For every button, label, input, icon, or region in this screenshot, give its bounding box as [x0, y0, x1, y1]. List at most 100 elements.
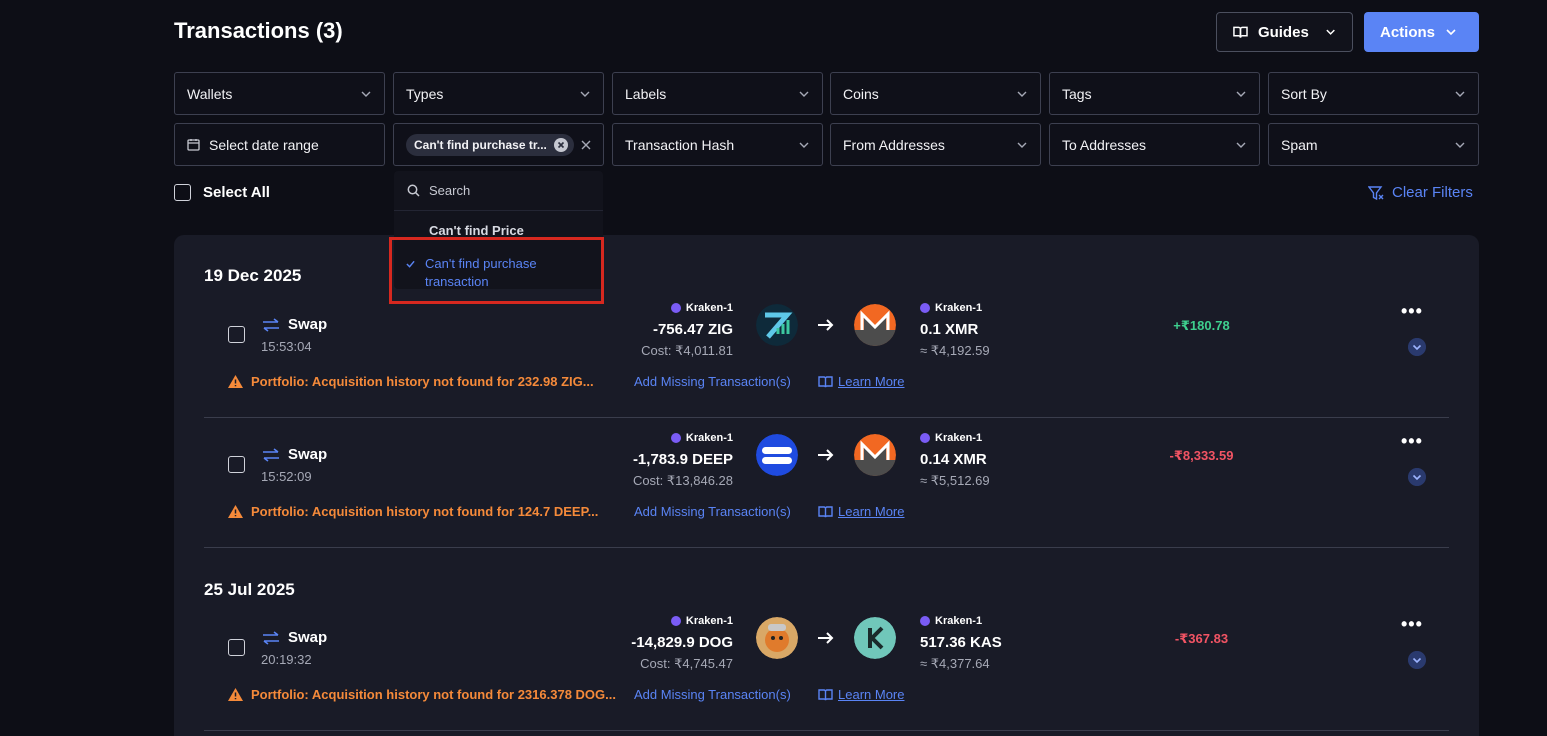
chevron-down-icon	[1455, 142, 1465, 148]
labels-filter-label: Labels	[625, 85, 667, 102]
coins-filter[interactable]: Coins	[830, 72, 1041, 115]
learn-more-label: Learn More	[838, 374, 905, 389]
clear-filters-button[interactable]: Clear Filters	[1368, 184, 1473, 201]
tags-filter[interactable]: Tags	[1049, 72, 1260, 115]
learn-more-link[interactable]: Learn More	[818, 374, 904, 389]
transaction-checkbox[interactable]	[228, 326, 245, 343]
transaction-type: Swap	[262, 446, 327, 463]
deep-coin-icon	[756, 434, 798, 476]
chevron-down-icon	[799, 91, 809, 97]
transaction-hash-filter[interactable]: Transaction Hash	[612, 123, 823, 166]
select-all-checkbox[interactable]	[174, 184, 191, 201]
types-selected-filter[interactable]: Can't find purchase tr...	[393, 123, 604, 166]
labels-filter[interactable]: Labels	[612, 72, 823, 115]
warning-text: Portfolio: Acquisition history not found…	[251, 374, 594, 389]
kraken-icon	[920, 433, 930, 443]
chevron-down-icon	[1446, 29, 1456, 36]
expand-chevron-icon[interactable]	[1408, 338, 1426, 356]
to-value: ≈ ₹5,512.69	[920, 473, 990, 488]
from-wallet: Kraken-1	[685, 615, 733, 627]
pnl-value: -₹8,333.59	[1169, 448, 1234, 463]
selected-type-chip-label: Can't find purchase tr...	[414, 137, 547, 152]
from-addresses-filter[interactable]: From Addresses	[830, 123, 1041, 166]
to-side: Kraken-1 517.36 KAS ≈ ₹4,377.64	[920, 615, 1002, 672]
kraken-icon	[670, 433, 681, 443]
chevron-down-icon	[1455, 91, 1465, 97]
add-missing-link[interactable]: Add Missing Transaction(s)	[634, 687, 791, 702]
date-range-filter[interactable]: Select date range	[174, 123, 385, 166]
more-options-icon[interactable]: •••	[1401, 614, 1423, 635]
add-missing-link[interactable]: Add Missing Transaction(s)	[634, 504, 791, 519]
from-side: Kraken-1 -756.47 ZIG Cost: ₹4,011.81	[641, 302, 733, 359]
transaction-time: 20:19:32	[261, 652, 312, 667]
to-addresses-filter[interactable]: To Addresses	[1049, 123, 1260, 166]
transaction-checkbox[interactable]	[228, 639, 245, 656]
arrow-right-icon	[818, 632, 834, 644]
warning-icon	[228, 688, 243, 701]
spam-filter-label: Spam	[1281, 136, 1318, 153]
guides-button[interactable]: Guides	[1216, 12, 1353, 52]
warning-message: Portfolio: Acquisition history not found…	[228, 374, 594, 389]
transaction-time: 15:53:04	[261, 339, 312, 354]
wallets-filter-label: Wallets	[187, 85, 233, 102]
chevron-down-icon	[1326, 29, 1335, 35]
to-value: ≈ ₹4,377.64	[920, 656, 990, 671]
to-wallet: Kraken-1	[935, 615, 983, 627]
expand-chevron-icon[interactable]	[1408, 468, 1426, 486]
more-options-icon[interactable]: •••	[1401, 431, 1423, 452]
learn-more-link[interactable]: Learn More	[818, 504, 904, 519]
filter-clear-icon	[1368, 185, 1384, 200]
chevron-down-icon	[580, 91, 590, 97]
actions-button[interactable]: Actions	[1364, 12, 1479, 52]
kraken-icon	[920, 616, 930, 626]
remove-chip-icon[interactable]	[553, 137, 569, 153]
from-wallet: Kraken-1	[685, 432, 733, 444]
dropdown-search[interactable]: Search	[394, 171, 603, 211]
book-icon	[1233, 26, 1248, 38]
chevron-down-icon	[1017, 91, 1027, 97]
wallets-filter[interactable]: Wallets	[174, 72, 385, 115]
transaction-type-label: Swap	[288, 316, 328, 333]
learn-more-link[interactable]: Learn More	[818, 687, 904, 702]
warning-text: Portfolio: Acquisition history not found…	[251, 687, 616, 702]
transaction-time: 15:52:09	[261, 469, 312, 484]
coins-filter-label: Coins	[843, 85, 879, 102]
to-value: ≈ ₹4,192.59	[920, 343, 990, 358]
swap-icon	[263, 447, 279, 462]
to-amount: 0.14 XMR	[920, 451, 987, 468]
to-addresses-filter-label: To Addresses	[1062, 136, 1147, 153]
spam-filter[interactable]: Spam	[1268, 123, 1479, 166]
from-cost: Cost: ₹4,011.81	[641, 343, 733, 358]
to-wallet: Kraken-1	[935, 302, 983, 314]
expand-chevron-icon[interactable]	[1408, 651, 1426, 669]
add-missing-link[interactable]: Add Missing Transaction(s)	[634, 374, 791, 389]
from-cost: Cost: ₹4,745.47	[640, 656, 733, 671]
select-all[interactable]: Select All	[174, 184, 270, 201]
dropdown-search-placeholder: Search	[429, 183, 471, 198]
types-filter-label: Types	[406, 85, 444, 102]
zig-coin-icon	[756, 304, 798, 346]
book-icon	[818, 375, 833, 387]
select-all-label: Select All	[203, 184, 270, 201]
transaction-row: Swap 15:53:04 Kraken-1 -756.47 ZIG Cost:…	[204, 288, 1449, 418]
from-amount: -1,783.9 DEEP	[632, 451, 733, 468]
more-options-icon[interactable]: •••	[1401, 301, 1423, 322]
sort-by-filter[interactable]: Sort By	[1268, 72, 1479, 115]
search-icon	[407, 184, 420, 197]
date-group-header: 19 Dec 2025	[204, 266, 302, 285]
transaction-checkbox[interactable]	[228, 456, 245, 473]
clear-icon[interactable]	[581, 140, 591, 150]
from-amount: -14,829.9 DOG	[631, 634, 733, 651]
transaction-type-label: Swap	[288, 446, 328, 463]
types-filter[interactable]: Types	[393, 72, 604, 115]
from-wallet: Kraken-1	[685, 302, 733, 314]
pnl-value: +₹180.78	[1173, 318, 1230, 333]
transaction-hash-filter-label: Transaction Hash	[625, 136, 735, 153]
warning-text: Portfolio: Acquisition history not found…	[251, 504, 599, 519]
actions-label: Actions	[1380, 23, 1436, 41]
xmr-coin-icon	[854, 434, 896, 476]
dropdown-option[interactable]: Can't find Price	[394, 223, 603, 238]
to-amount: 517.36 KAS	[920, 634, 1002, 651]
warning-message: Portfolio: Acquisition history not found…	[228, 687, 616, 702]
transaction-row: Swap 20:19:32 Kraken-1 -14,829.9 DOG Cos…	[204, 601, 1449, 731]
